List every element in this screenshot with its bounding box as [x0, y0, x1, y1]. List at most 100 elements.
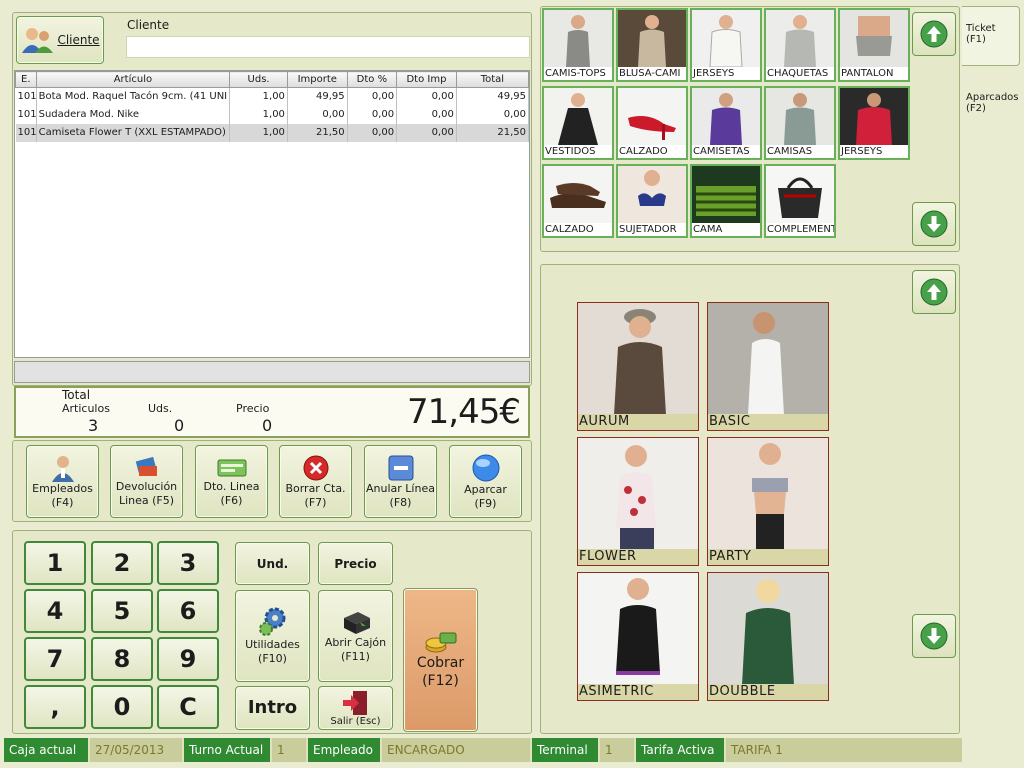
enter-button[interactable]: Intro: [235, 686, 310, 730]
cell: 0,00: [347, 105, 398, 124]
price-button-label: Precio: [334, 556, 377, 571]
table-row[interactable]: 101 Bota Mod. Raquel Tacón 9cm. (41 UNI …: [15, 87, 530, 106]
articles-label-1: Total: [62, 388, 91, 402]
category-tile[interactable]: CALZADO: [616, 86, 688, 160]
category-tile[interactable]: VESTIDOS: [542, 86, 614, 160]
cell: 21,50: [287, 123, 348, 142]
category-image: [692, 88, 760, 145]
col-header[interactable]: Dto Imp: [396, 71, 457, 88]
park-button[interactable]: Aparcar (F9): [449, 445, 522, 518]
cell: 101: [15, 105, 37, 124]
articles-label-2: Articulos: [62, 402, 110, 415]
line-discount-label-1: Dto. Linea: [203, 479, 260, 493]
articles-value: 3: [88, 416, 99, 435]
key-comma[interactable]: ,: [24, 685, 86, 729]
key-1[interactable]: 1: [24, 541, 86, 585]
employees-button[interactable]: Empleados (F4): [26, 445, 99, 518]
delete-icon: [303, 455, 328, 480]
units-button[interactable]: Und.: [235, 542, 310, 585]
col-header[interactable]: Dto %: [346, 71, 398, 88]
col-header[interactable]: Total: [455, 71, 530, 88]
category-tile[interactable]: JERSEYS: [690, 8, 762, 82]
charge-button[interactable]: Cobrar (F12): [403, 588, 478, 732]
cell: 0,00: [396, 123, 457, 142]
enter-button-label: Intro: [247, 697, 298, 718]
price-button[interactable]: Precio: [318, 542, 393, 585]
category-tile[interactable]: SUJETADOR: [616, 164, 688, 238]
category-tile[interactable]: BLUSA-CAMI: [616, 8, 688, 82]
col-header[interactable]: Importe: [286, 71, 348, 88]
key-2[interactable]: 2: [91, 541, 153, 585]
products-scroll-up-button[interactable]: [912, 270, 956, 314]
category-tile[interactable]: CAMISETAS: [690, 86, 762, 160]
table-row[interactable]: 101 Sudadera Mod. Nike 1,00 0,00 0,00 0,…: [15, 105, 530, 124]
line-discount-label-2: (F6): [220, 493, 243, 507]
category-tile[interactable]: CAMIS-TOPS: [542, 8, 614, 82]
line-discount-button[interactable]: Dto. Linea (F6): [195, 445, 268, 518]
utilities-button[interactable]: Utilidades (F10): [235, 590, 310, 682]
return-icon: [135, 456, 157, 476]
key-5[interactable]: 5: [91, 589, 153, 633]
product-tile[interactable]: AURUM: [577, 302, 699, 431]
product-tile[interactable]: ASIMETRIC: [577, 572, 699, 701]
cell: 0,00: [396, 87, 457, 106]
category-tile[interactable]: JERSEYS: [838, 86, 910, 160]
tab-ticket[interactable]: Ticket (F1): [962, 6, 1020, 66]
category-tile[interactable]: CAMISAS: [764, 86, 836, 160]
key-4[interactable]: 4: [24, 589, 86, 633]
client-input[interactable]: [126, 36, 530, 58]
tab-parked[interactable]: Aparcados (F2): [962, 86, 1020, 126]
status-shift-value: 1: [272, 738, 306, 762]
col-header[interactable]: Uds.: [229, 71, 288, 88]
key-0[interactable]: 0: [91, 685, 153, 729]
category-tile[interactable]: PANTALON: [838, 8, 910, 82]
lines-table-header: E. Artículo Uds. Importe Dto % Dto Imp T…: [15, 71, 530, 88]
category-tile[interactable]: COMPLEMENTOS: [764, 164, 836, 238]
cell: 0,00: [456, 105, 530, 124]
col-header[interactable]: E.: [15, 71, 37, 88]
product-tile[interactable]: DOUBBLE: [707, 572, 829, 701]
exit-button[interactable]: Salir (Esc): [318, 686, 393, 730]
table-row-selected[interactable]: 101 Camiseta Flower T (XXL ESTAMPADO) 1,…: [15, 123, 530, 142]
product-image: [578, 438, 698, 550]
status-cash-label: Caja actual: [4, 738, 88, 762]
product-tile[interactable]: FLOWER: [577, 437, 699, 566]
park-label-1: Aparcar: [464, 482, 507, 496]
product-tile[interactable]: PARTY: [707, 437, 829, 566]
status-rate-value: TARIFA 1: [726, 738, 962, 762]
key-3[interactable]: 3: [157, 541, 219, 585]
units-label: Uds.: [148, 402, 173, 415]
key-6[interactable]: 6: [157, 589, 219, 633]
product-image: [578, 573, 698, 685]
cancel-line-button[interactable]: Anular Línea (F8): [364, 445, 437, 518]
delete-account-button[interactable]: Borrar Cta. (F7): [279, 445, 352, 518]
col-header[interactable]: Artículo: [35, 71, 231, 88]
open-drawer-button[interactable]: Abrir Cajón (F11): [318, 590, 393, 682]
category-image: [618, 10, 686, 67]
product-name: DOUBBLE: [708, 684, 828, 700]
cell: 49,95: [287, 87, 348, 106]
client-button[interactable]: Cliente: [16, 16, 104, 64]
key-8[interactable]: 8: [91, 637, 153, 681]
categories-scroll-down-button[interactable]: [912, 202, 956, 246]
gear-icon: [258, 607, 285, 636]
utilities-label-2: (F10): [258, 652, 287, 665]
cell: 49,95: [456, 87, 530, 106]
category-tile[interactable]: CHAQUETAS: [764, 8, 836, 82]
key-clear[interactable]: C: [157, 685, 219, 729]
employees-label-1: Empleados: [32, 481, 93, 495]
cell: 101: [15, 123, 37, 142]
key-7[interactable]: 7: [24, 637, 86, 681]
cancel-line-label-2: (F8): [389, 495, 412, 509]
return-line-button[interactable]: Devolución Linea (F5): [110, 445, 183, 518]
categories-scroll-up-button[interactable]: [912, 12, 956, 56]
client-button-label: Cliente: [57, 33, 100, 47]
products-scroll-down-button[interactable]: [912, 614, 956, 658]
product-image: [708, 303, 828, 415]
product-tile[interactable]: BASIC: [707, 302, 829, 431]
key-9[interactable]: 9: [157, 637, 219, 681]
category-tile[interactable]: CALZADO: [542, 164, 614, 238]
status-cash-value: 27/05/2013: [90, 738, 182, 762]
category-tile[interactable]: CAMA: [690, 164, 762, 238]
exit-icon: [342, 690, 367, 715]
